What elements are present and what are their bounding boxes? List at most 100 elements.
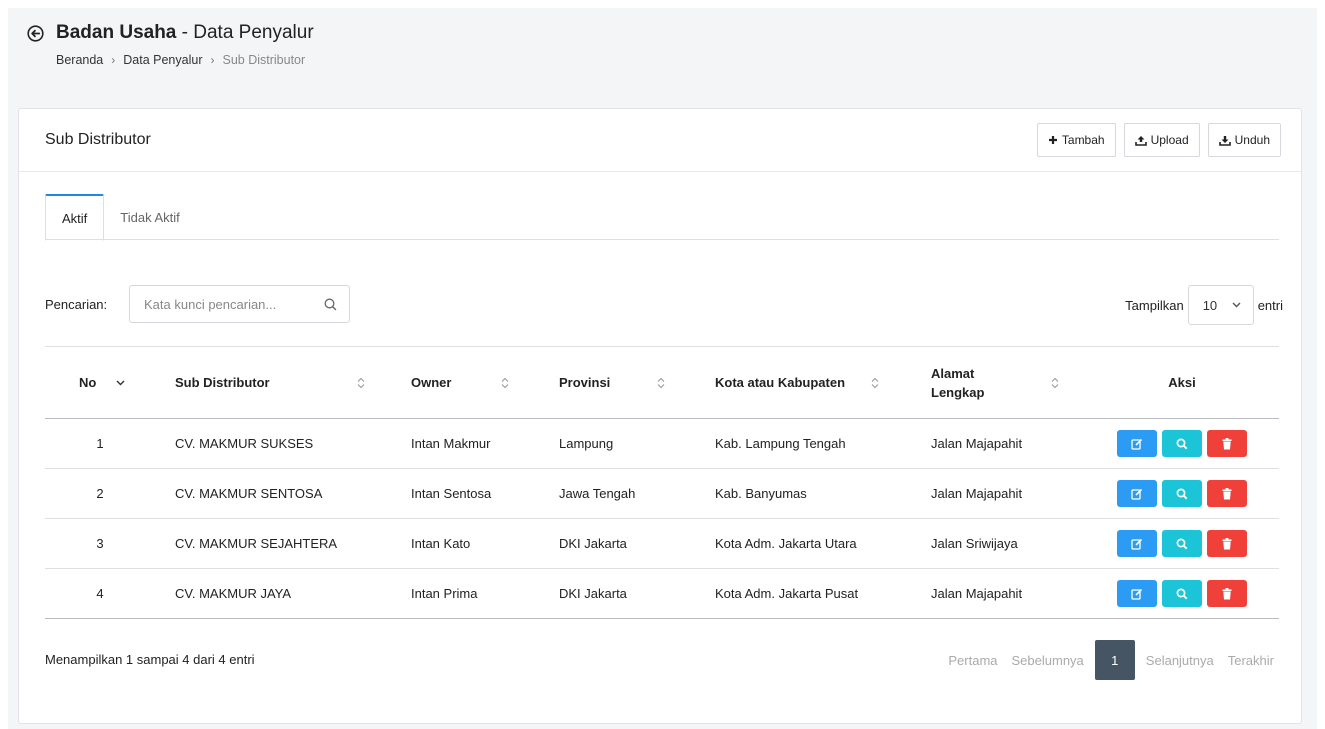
column-header-kota[interactable]: Kota atau Kabupaten [695,347,911,419]
search-icon [1176,488,1188,499]
trash-icon [1222,587,1232,599]
cell-alamat: Jalan Majapahit [931,486,1023,501]
edit-button[interactable] [1117,430,1157,457]
edit-button[interactable] [1117,580,1157,607]
column-header-no[interactable]: No [45,347,155,419]
search-input[interactable] [144,296,304,312]
cell-sub-distributor: CV. MAKMUR SUKSES [175,436,314,451]
table-filters: Pencarian: Tampilkan 10 entri [45,285,1283,325]
edit-icon [1131,488,1143,500]
add-button[interactable]: Tambah [1036,123,1116,157]
trash-icon [1222,537,1232,549]
search-field [129,285,350,323]
pagination-next[interactable]: Selanjutnya [1139,640,1221,680]
sort-icon [657,377,665,388]
pagination: Pertama Sebelumnya 1 Selanjutnya Terakhi… [941,640,1281,680]
column-header-label: No [79,375,97,390]
column-header-label: Sub Distributor [175,375,270,390]
search-icon [1176,588,1188,599]
sort-icon [1051,377,1059,388]
pagination-first[interactable]: Pertama [941,640,1004,680]
cell-alamat: Jalan Sriwijaya [931,536,1018,551]
breadcrumb-current: Sub Distributor [222,53,306,67]
card-actions: Tambah Upload Unduh [1036,123,1281,157]
sub-distributor-table: No Sub Distributor Owner Provinsi Kota a… [45,346,1279,619]
delete-button[interactable] [1207,580,1247,607]
add-button-label: Tambah [1061,133,1105,147]
cell-provinsi: Jawa Tengah [559,486,636,501]
plus-icon [1048,136,1057,144]
view-button[interactable] [1162,430,1202,457]
cell-alamat: Jalan Majapahit [931,436,1023,451]
trash-icon [1222,437,1232,449]
column-header-alamat[interactable]: Alamat Lengkap [911,347,1085,419]
column-header-owner[interactable]: Owner [391,347,539,419]
tab-tidak-aktif[interactable]: Tidak Aktif [104,194,195,240]
download-button[interactable]: Unduh [1207,123,1281,157]
cell-aksi [1085,419,1279,469]
edit-button[interactable] [1117,480,1157,507]
column-header-provinsi[interactable]: Provinsi [539,347,695,419]
page-title-bold: Badan Usaha [56,22,177,43]
download-icon [1218,135,1231,146]
view-button[interactable] [1162,480,1202,507]
edit-icon [1131,588,1143,600]
page-title-rest: - Data Penyalur [176,22,314,43]
column-header-label: Kota atau Kabupaten [715,375,846,390]
column-header-label: Alamat Lengkap [931,365,985,400]
search-icon [1176,538,1188,549]
cell-owner: Intan Sentosa [411,486,492,501]
column-header-aksi: Aksi [1168,375,1196,390]
upload-icon [1134,135,1147,146]
cell-owner: Intan Prima [411,586,478,601]
cell-kota: Kota Adm. Jakarta Pusat [715,586,859,601]
edit-icon [1131,538,1143,550]
cell-kota: Kota Adm. Jakarta Utara [715,536,857,551]
delete-button[interactable] [1207,430,1247,457]
trash-icon [1222,487,1232,499]
upload-button[interactable]: Upload [1123,123,1200,157]
pagination-last[interactable]: Terakhir [1221,640,1281,680]
back-arrow-icon[interactable] [26,24,45,43]
cell-provinsi: DKI Jakarta [559,586,627,601]
show-label: Tampilkan [1125,297,1184,313]
download-button-label: Unduh [1234,133,1270,147]
column-header-label: Owner [411,375,452,390]
edit-button[interactable] [1117,530,1157,557]
entries-per-page-select[interactable]: 10 [1187,285,1254,325]
delete-button[interactable] [1207,530,1247,557]
search-icon [1176,438,1188,449]
table-header-row: No Sub Distributor Owner Provinsi Kota a… [45,346,1279,419]
breadcrumb-home[interactable]: Beranda [56,53,103,67]
delete-button[interactable] [1207,480,1247,507]
breadcrumb-separator: › [111,53,116,67]
sort-icon [357,377,365,388]
cell-no: 4 [96,586,104,601]
column-header-sub-distributor[interactable]: Sub Distributor [155,347,391,419]
page-title: Badan Usaha - Data Penyalur [56,22,314,44]
cell-owner: Intan Kato [411,536,471,551]
table-row: 3 CV. MAKMUR SEJAHTERA Intan Kato DKI Ja… [45,519,1279,569]
breadcrumb-separator: › [210,53,215,67]
cell-sub-distributor: CV. MAKMUR SENTOSA [175,486,323,501]
view-button[interactable] [1162,530,1202,557]
search-label: Pencarian: [45,297,108,312]
page-header: Badan Usaha - Data Penyalur Beranda › Da… [26,22,314,67]
entries-per-page-value: 10 [1202,297,1218,313]
tab-aktif[interactable]: Aktif [45,194,105,241]
column-header-label: Provinsi [559,375,611,390]
sort-desc-icon [116,380,125,385]
search-icon[interactable] [324,298,337,311]
cell-provinsi: DKI Jakarta [559,536,627,551]
cell-aksi [1085,469,1279,519]
page-background: Badan Usaha - Data Penyalur Beranda › Da… [8,8,1317,729]
cell-aksi [1085,519,1279,569]
pagination-page-current[interactable]: 1 [1094,640,1135,680]
view-button[interactable] [1162,580,1202,607]
pagination-previous[interactable]: Sebelumnya [1005,640,1091,680]
card-header: Sub Distributor Tambah Upload Unduh [19,109,1301,172]
cell-provinsi: Lampung [559,436,614,451]
breadcrumb-data-penyalur[interactable]: Data Penyalur [123,53,202,67]
sort-icon [871,377,879,388]
cell-no: 1 [96,436,104,451]
